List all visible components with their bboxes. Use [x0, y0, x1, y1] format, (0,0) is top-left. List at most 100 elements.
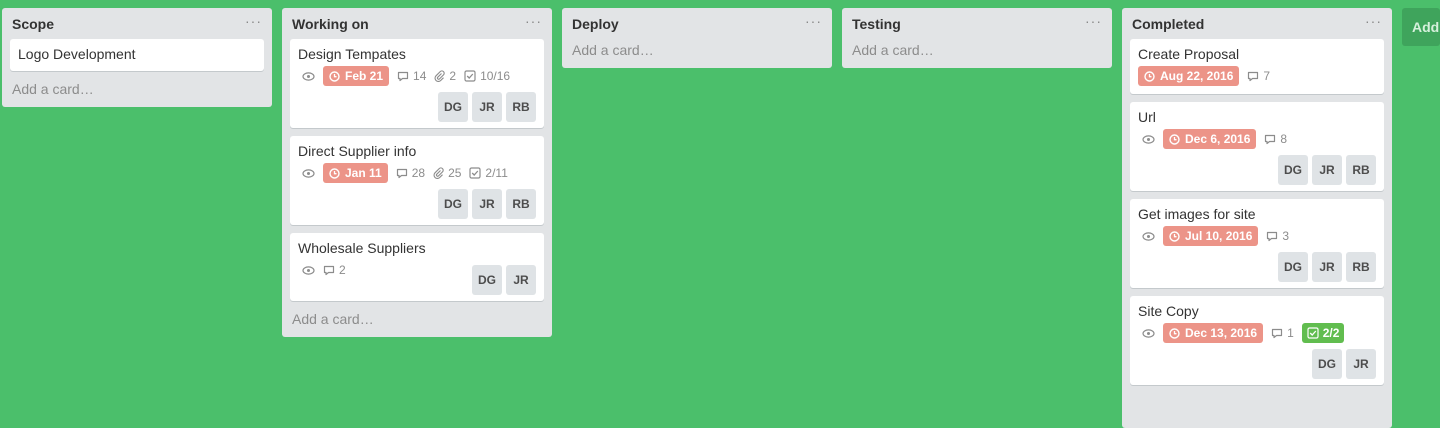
- comment-icon: [397, 71, 409, 81]
- card[interactable]: Wholesale Suppliers 2 DG JR: [290, 233, 544, 301]
- due-date-badge[interactable]: Dec 6, 2016: [1163, 129, 1257, 149]
- avatar[interactable]: JR: [1312, 252, 1342, 282]
- due-date-badge[interactable]: Jul 10, 2016: [1163, 226, 1259, 246]
- add-card-button[interactable]: Add a card…: [290, 301, 544, 337]
- avatar[interactable]: RB: [506, 92, 536, 122]
- card-title: Wholesale Suppliers: [298, 240, 426, 256]
- card[interactable]: Direct Supplier info Jan 11 28 25 2/11 D…: [290, 136, 544, 225]
- watch-icon: [302, 71, 315, 81]
- attachments-count: 2: [449, 69, 457, 83]
- watch-icon: [302, 265, 315, 275]
- watch-icon: [302, 168, 315, 178]
- avatar[interactable]: DG: [472, 265, 502, 295]
- avatar[interactable]: DG: [1312, 349, 1342, 379]
- clock-icon: [1144, 70, 1155, 82]
- avatar[interactable]: JR: [472, 92, 502, 122]
- comments-badge: 14: [397, 69, 426, 83]
- card-members: DG JR RB: [298, 189, 536, 219]
- list-header: Working on ···: [290, 8, 544, 39]
- list-title[interactable]: Testing: [852, 16, 901, 32]
- watch-icon: [1142, 134, 1155, 144]
- list-menu-icon[interactable]: ···: [245, 13, 262, 29]
- card-title: Logo Development: [18, 46, 136, 62]
- avatar[interactable]: RB: [506, 189, 536, 219]
- list-header: Scope ···: [10, 8, 264, 39]
- checklist-count: 2/11: [485, 166, 508, 180]
- list-menu-icon[interactable]: ···: [805, 13, 822, 29]
- watch-icon: [1142, 328, 1155, 338]
- card-members: DG JR RB: [1138, 252, 1376, 282]
- card[interactable]: Url Dec 6, 2016 8 DG JR RB: [1130, 102, 1384, 191]
- paperclip-icon: [434, 70, 446, 82]
- card-badges: 2: [302, 260, 346, 280]
- card[interactable]: Site Copy Dec 13, 2016 1 2/2 DG JR: [1130, 296, 1384, 385]
- comment-icon: [396, 168, 407, 178]
- list-menu-icon[interactable]: ···: [1085, 13, 1102, 29]
- comment-icon: [1271, 328, 1283, 338]
- avatar[interactable]: DG: [1278, 252, 1308, 282]
- list-title[interactable]: Deploy: [572, 16, 619, 32]
- list-title[interactable]: Scope: [12, 16, 54, 32]
- watch-icon: [1142, 231, 1155, 241]
- clock-icon: [329, 167, 340, 179]
- comments-badge: 7: [1247, 69, 1270, 83]
- card[interactable]: Create Proposal Aug 22, 2016 7: [1130, 39, 1384, 94]
- card[interactable]: Get images for site Jul 10, 2016 3 DG JR…: [1130, 199, 1384, 288]
- avatar[interactable]: DG: [1278, 155, 1308, 185]
- checklist-complete-badge: 2/2: [1301, 323, 1345, 343]
- due-date-badge[interactable]: Jan 11: [323, 163, 388, 183]
- due-date-text: Dec 6, 2016: [1185, 132, 1251, 146]
- comments-count: 8: [1280, 132, 1288, 146]
- due-date-badge[interactable]: Feb 21: [323, 66, 390, 86]
- comment-icon: [323, 265, 335, 275]
- card[interactable]: Design Tempates Feb 21 14 2 10/16 DG JR …: [290, 39, 544, 128]
- due-date-text: Jan 11: [345, 166, 382, 180]
- list-menu-icon[interactable]: ···: [525, 13, 542, 29]
- paperclip-icon: [433, 167, 444, 179]
- card-members: DG JR RB: [298, 92, 536, 122]
- due-date-text: Aug 22, 2016: [1160, 69, 1234, 83]
- due-date-badge[interactable]: Dec 13, 2016: [1163, 323, 1264, 343]
- clock-icon: [1169, 230, 1180, 242]
- card-badges: Jan 11 28 25 2/11: [302, 163, 536, 183]
- list-title[interactable]: Completed: [1132, 16, 1204, 32]
- list-title[interactable]: Working on: [292, 16, 369, 32]
- card-list: Logo Development: [10, 39, 264, 71]
- card-badges: Feb 21 14 2 10/16: [302, 66, 536, 86]
- list-scope: Scope ··· Logo Development Add a card…: [2, 8, 272, 107]
- add-card-button[interactable]: Add a card…: [10, 71, 264, 107]
- comment-icon: [1248, 71, 1259, 81]
- avatar[interactable]: RB: [1346, 252, 1376, 282]
- checklist-count: 2/2: [1322, 326, 1340, 340]
- card-members: DG JR: [1138, 349, 1376, 379]
- list-menu-icon[interactable]: ···: [1365, 13, 1382, 29]
- add-card-button[interactable]: Add a card…: [570, 39, 824, 68]
- avatar[interactable]: RB: [1346, 155, 1376, 185]
- card-badges: Jul 10, 2016 3: [1142, 226, 1376, 246]
- list-header: Testing ···: [850, 8, 1104, 39]
- list-completed: Completed ··· Create Proposal Aug 22, 20…: [1122, 8, 1392, 428]
- avatar[interactable]: DG: [438, 189, 468, 219]
- card-title: Design Tempates: [298, 46, 406, 62]
- comment-icon: [1267, 231, 1278, 241]
- attachments-badge: 25: [433, 166, 461, 180]
- add-list-button[interactable]: Add a list…: [1402, 8, 1440, 46]
- avatar[interactable]: JR: [1312, 155, 1342, 185]
- comments-count: 3: [1282, 229, 1290, 243]
- avatar[interactable]: JR: [472, 189, 502, 219]
- clock-icon: [1169, 327, 1180, 339]
- avatar[interactable]: JR: [1346, 349, 1376, 379]
- card-badges: Dec 6, 2016 8: [1142, 129, 1376, 149]
- comments-count: 2: [339, 263, 346, 277]
- checkbox-icon: [469, 167, 482, 179]
- avatar[interactable]: JR: [506, 265, 536, 295]
- add-card-button[interactable]: Add a card…: [850, 39, 1104, 68]
- attachments-badge: 2: [434, 69, 456, 83]
- due-date-text: Dec 13, 2016: [1185, 326, 1258, 340]
- clock-icon: [329, 70, 340, 82]
- due-date-badge[interactable]: Aug 22, 2016: [1138, 66, 1240, 86]
- card[interactable]: Logo Development: [10, 39, 264, 71]
- clock-icon: [1169, 133, 1180, 145]
- avatar[interactable]: DG: [438, 92, 468, 122]
- comments-badge: 3: [1266, 229, 1289, 243]
